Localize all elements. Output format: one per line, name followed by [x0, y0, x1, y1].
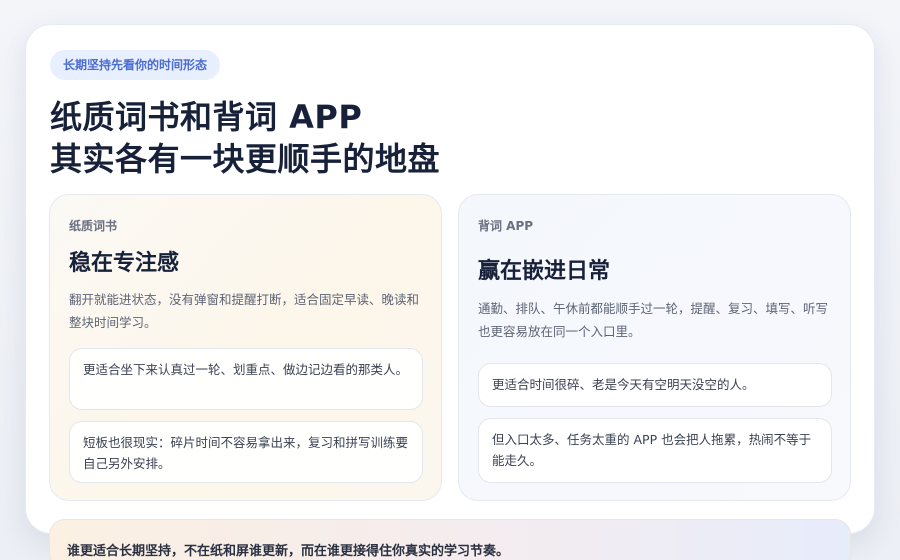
title-line-2: 其实各有一块更顺手的地盘	[50, 140, 441, 178]
note-card: 短板也很现实：碎片时间不容易拿出来，复习和拼写训练要自己另外安排。	[69, 421, 423, 483]
summary-banner: 谁更适合长期坚持，不在纸和屏谁更新，而在谁更接得住你真实的学习节奏。	[49, 519, 851, 560]
panel-title: 赢在嵌进日常	[478, 259, 611, 284]
app-panel: 背词 APP 赢在嵌进日常 通勤、排队、午休前都能顺手过一轮，提醒、复习、填写、…	[458, 194, 851, 501]
page-title: 纸质词书和背词 APP 其实各有一块更顺手的地盘	[50, 96, 810, 180]
note-card: 但入口太多、任务太重的 APP 也会把人拖累，热闹不等于能走久。	[478, 418, 832, 483]
panel-label: 纸质词书	[69, 219, 118, 233]
title-line-1: 纸质词书和背词 APP	[50, 98, 363, 136]
panel-label: 背词 APP	[478, 219, 534, 233]
paper-book-panel: 纸质词书 稳在专注感 翻开就能进状态，没有弹窗和提醒打断，适合固定早读、晚读和整…	[49, 194, 442, 501]
note-card: 更适合时间很碎、老是今天有空明天没空的人。	[478, 363, 832, 407]
page-background: 长期坚持先看你的时间形态 纸质词书和背词 APP 其实各有一块更顺手的地盘 纸质…	[0, 0, 900, 560]
panel-title: 稳在专注感	[69, 251, 180, 276]
panel-description: 通勤、排队、午休前都能顺手过一轮，提醒、复习、填写、听写也更容易放在同一个入口里…	[478, 301, 829, 339]
summary-text: 谁更适合长期坚持，不在纸和屏谁更新，而在谁更接得住你真实的学习节奏。	[67, 544, 510, 559]
note-card: 更适合坐下来认真过一轮、划重点、做边记边看的那类人。	[69, 348, 423, 410]
topic-badge: 长期坚持先看你的时间形态	[50, 50, 221, 80]
panel-description: 翻开就能进状态，没有弹窗和提醒打断，适合固定早读、晚读和整块时间学习。	[69, 292, 420, 330]
